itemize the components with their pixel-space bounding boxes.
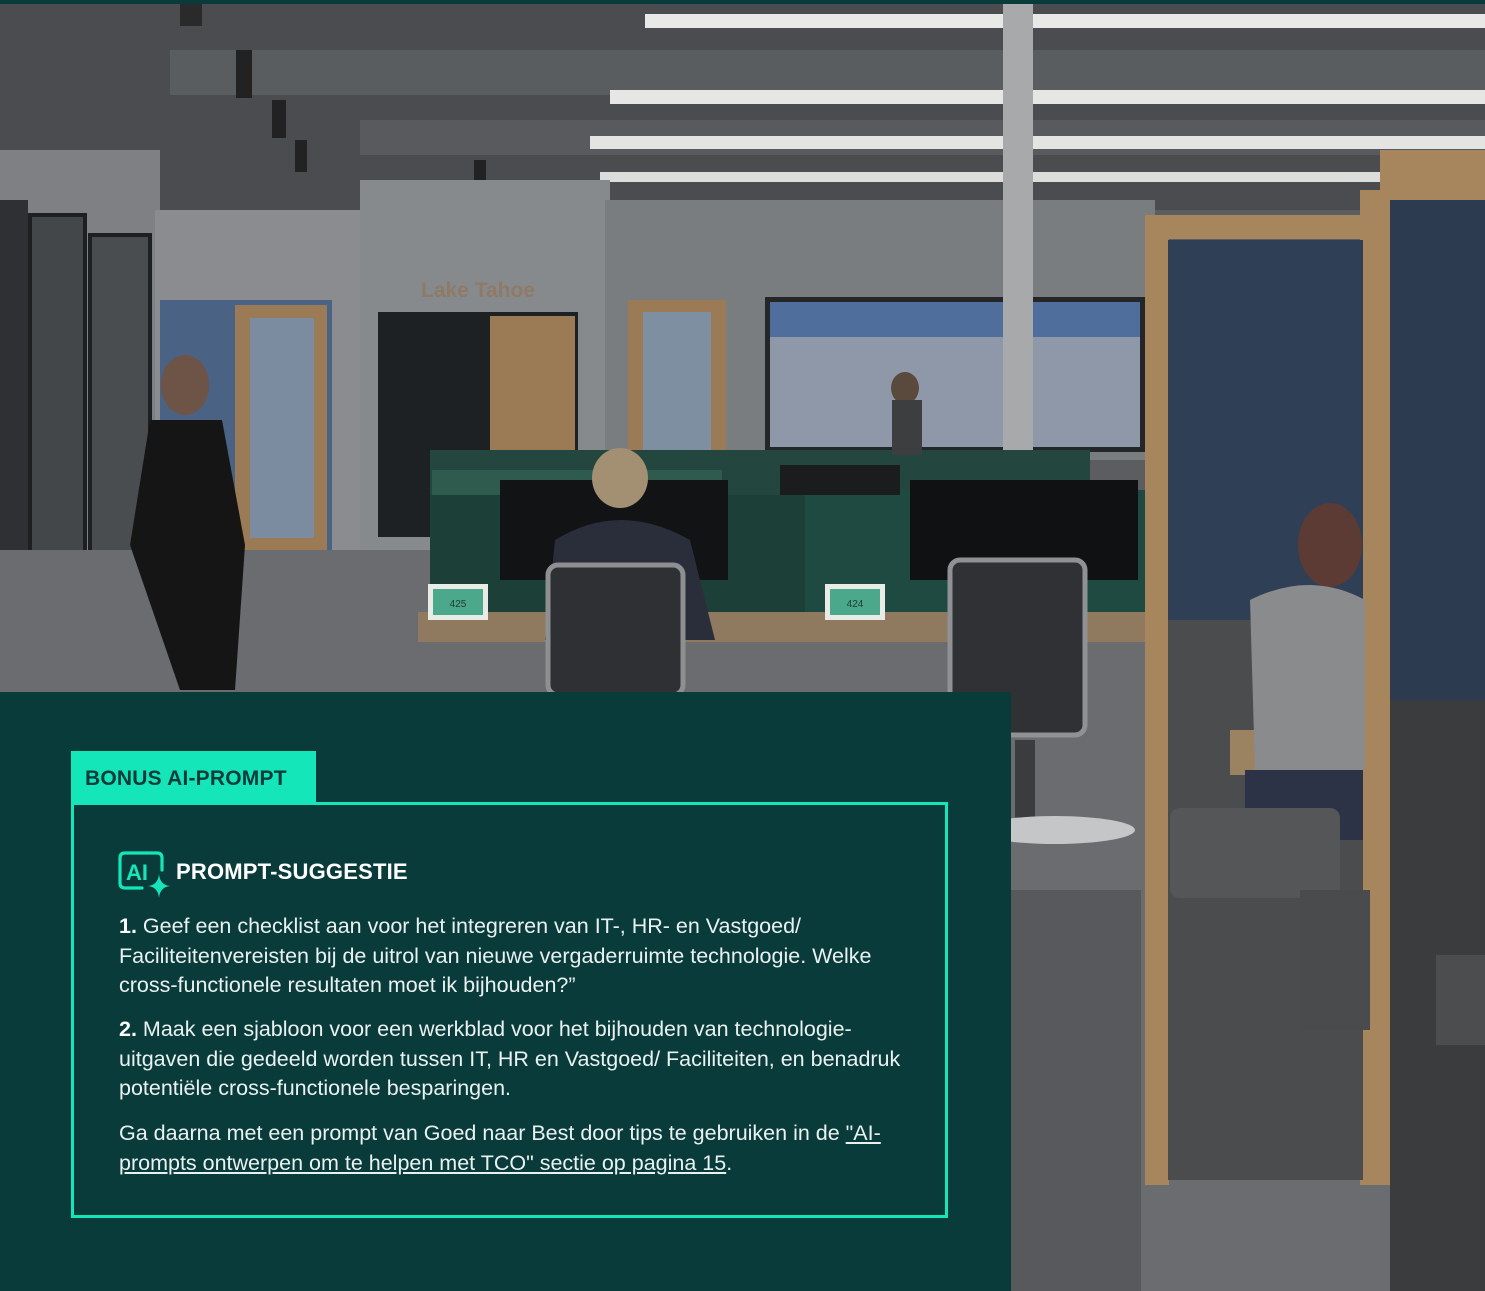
ai-sparkle-icon: AI [118, 851, 170, 898]
closing-text: Ga daarna met een prompt van Goed naar B… [119, 1121, 846, 1145]
prompt-item-2-text: Maak een sjabloon voor een werkblad voor… [119, 1017, 901, 1100]
prompt-item-1-text: Geef een checklist aan voor het integrer… [119, 914, 872, 997]
booth-label-424: 424 [847, 599, 864, 610]
prompt-item-1: 1. Geef een checklist aan voor het integ… [119, 912, 919, 1001]
top-strip [0, 0, 1485, 4]
prompt-suggestion-title: PROMPT-SUGGESTIE [176, 859, 408, 884]
bonus-ai-prompt-tag: BONUS AI-PROMPT [71, 751, 316, 803]
sign-lake-tahoe: Lake Tahoe [421, 279, 535, 302]
prompt-item-1-number: 1. [119, 914, 137, 938]
prompt-item-2: 2. Maak een sjabloon voor een werkblad v… [119, 1015, 919, 1104]
booth-label-425: 425 [450, 599, 467, 610]
closing-paragraph: Ga daarna met een prompt van Goed naar B… [119, 1119, 919, 1178]
ai-icon-text: AI [126, 860, 148, 885]
prompt-item-2-number: 2. [119, 1017, 137, 1041]
closing-period: . [726, 1150, 733, 1175]
